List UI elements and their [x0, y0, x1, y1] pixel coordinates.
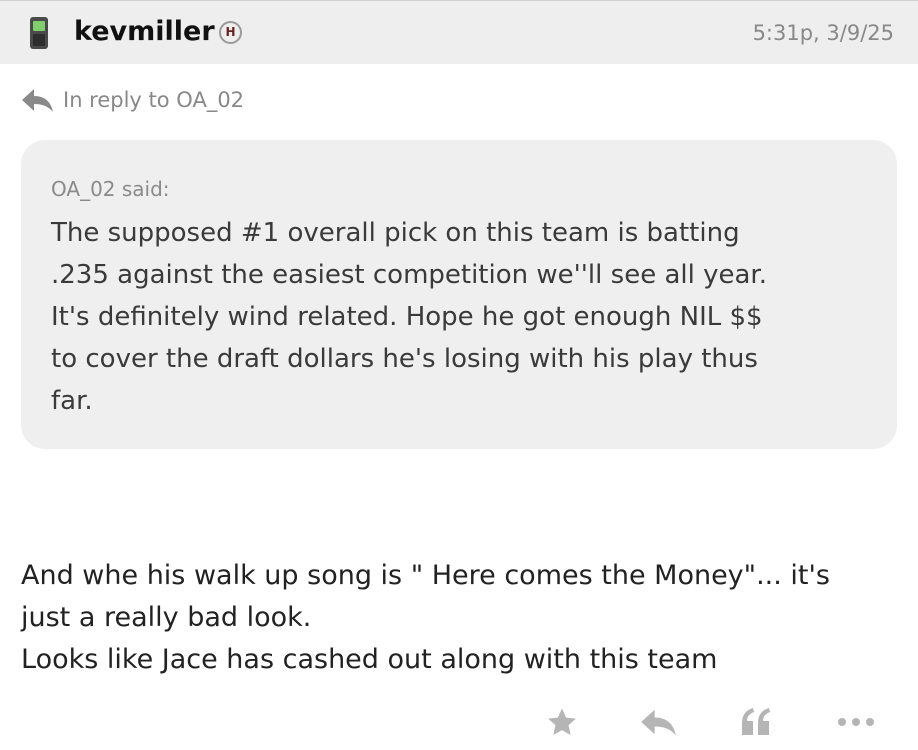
post-header: kevmiller H 5:31p, 3/9/25: [0, 0, 918, 64]
post-line: Looks like Jace has cashed out along wit…: [21, 644, 718, 675]
quote-line: It's definitely wind related. Hope he go…: [51, 302, 763, 332]
timestamp[interactable]: 5:31p, 3/9/25: [753, 19, 894, 47]
quote-icon[interactable]: [734, 700, 778, 744]
phone-icon: [28, 16, 50, 50]
username[interactable]: kevmiller: [74, 15, 215, 49]
quote-line: far.: [51, 386, 93, 416]
post-body: And whe his walk up song is " Here comes…: [21, 555, 901, 681]
quote-line: .235 against the easiest competition we'…: [51, 260, 767, 290]
star-icon[interactable]: [540, 700, 584, 744]
quote-box: OA_02 said: The supposed #1 overall pick…: [21, 140, 897, 449]
quote-author[interactable]: OA_02 said:: [51, 176, 867, 202]
reply-icon[interactable]: [636, 700, 680, 744]
in-reply-to-text: In reply to OA_02: [63, 88, 245, 112]
user-badge: H: [219, 21, 242, 44]
quote-text: The supposed #1 overall pick on this tea…: [51, 212, 867, 422]
post-actions: [0, 700, 918, 744]
quote-line: to cover the draft dollars he's losing w…: [51, 344, 758, 374]
post-line: just a really bad look.: [21, 602, 312, 633]
quote-line: The supposed #1 overall pick on this tea…: [51, 218, 740, 248]
post-line: And whe his walk up song is " Here comes…: [21, 560, 830, 591]
in-reply-to-link[interactable]: In reply to OA_02: [20, 84, 244, 116]
reply-arrow-icon: [22, 89, 53, 112]
more-icon[interactable]: [834, 700, 878, 744]
